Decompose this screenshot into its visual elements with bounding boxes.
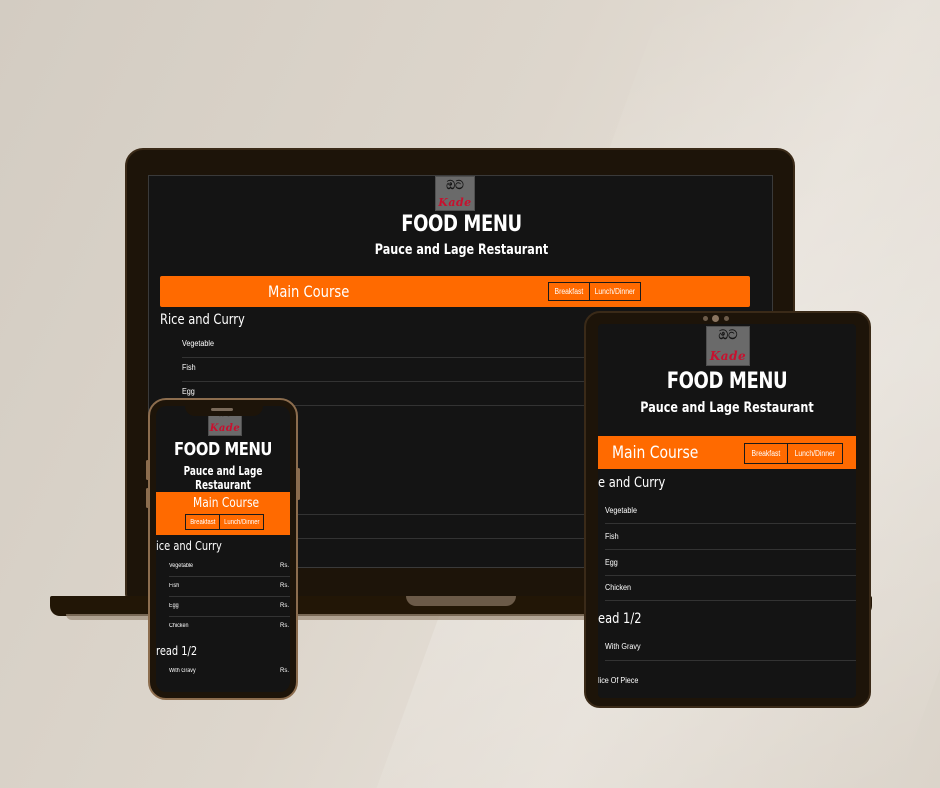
divider [169,576,290,577]
page-subtitle: Pauce and Lage Restaurant [183,464,263,492]
page-subtitle: Pauce and Lage Restaurant [374,242,549,258]
divider [605,549,856,550]
logo-text: Kade [209,423,241,434]
menu-item-with-gravy: With Gravy [169,668,196,674]
section-bar: Main Course Breakfast Lunch/Dinner [156,492,290,535]
category-rice-and-curry: Rice and Curry [160,312,245,328]
menu-item-fish: Fish [169,583,180,589]
divider [169,616,290,617]
menu-item-egg: Egg [169,603,179,609]
category-bread: read 1/2 [156,644,198,658]
section-bar: Main Course Breakfast Lunch/Dinner [598,436,856,469]
menu-item-vegetable: Vegetable [182,339,215,348]
menu-item-vegetable: Vegetable [169,563,194,569]
menu-item-with-gravy: With Gravy [605,642,641,651]
category-rice-and-curry: ice and Curry [156,539,222,553]
menu-item-fish: Fish [182,363,196,372]
menu-item-egg: Egg [182,387,195,396]
phone-speaker [211,408,233,411]
phone-screen: ඔට Kade FOOD MENU Pauce and Lage Restaur… [156,406,290,692]
menu-item-chicken: Chicken [169,623,189,629]
section-title: Main Course [612,443,699,463]
price: Rs. [280,563,289,569]
price: Rs. [280,583,289,589]
section-bar: Main Course Breakfast Lunch/Dinner [160,276,750,307]
menu-item-fish: Fish [605,532,619,541]
category-rice-and-curry: e and Curry [598,475,666,491]
section-title: Main Course [268,282,350,301]
phone-button [297,468,300,500]
breakfast-button[interactable]: Breakfast [744,443,788,464]
menu-item-egg: Egg [605,558,618,567]
page-title: FOOD MENU [666,369,788,394]
page-subtitle: Pauce and Lage Restaurant [640,400,814,416]
laptop-notch [406,596,516,606]
tablet-sensor [703,316,708,321]
logo-text: Kade [709,349,747,363]
lunch-dinner-button[interactable]: Lunch/Dinner [219,514,264,530]
divider [169,596,290,597]
menu-item-chicken: Chicken [605,583,632,592]
breakfast-button[interactable]: Breakfast [185,514,220,530]
price: Rs. [280,603,289,609]
page-title: FOOD MENU [401,212,522,237]
lunch-dinner-button[interactable]: Lunch/Dinner [589,282,641,301]
tablet-screen: ඔට Kade FOOD MENU Pauce and Lage Restaur… [598,324,856,698]
menu-item-vegetable: Vegetable [605,506,638,515]
divider [605,600,856,601]
price: Rs. [280,623,289,629]
breakfast-button[interactable]: Breakfast [548,282,590,301]
logo: ඔට Kade [435,176,475,211]
phone-menu-page: ඔට Kade FOOD MENU Pauce and Lage Restaur… [156,406,290,692]
divider [605,523,856,524]
section-title: Main Course [193,496,260,511]
tablet-menu-page: ඔට Kade FOOD MENU Pauce and Lage Restaur… [598,324,856,698]
phone-button [146,488,149,508]
logo-text: Kade [438,196,472,209]
category-bread: ead 1/2 [598,611,642,627]
page-title: FOOD MENU [174,439,272,460]
phone-button [146,460,149,480]
tablet-camera [712,315,719,322]
logo: ඔට Kade [706,326,750,366]
lunch-dinner-button[interactable]: Lunch/Dinner [787,443,843,464]
menu-item-slice-of-piece: lice Of Piece [598,676,639,685]
tablet-sensor [724,316,729,321]
divider [605,575,856,576]
price: Rs. [280,668,289,674]
divider [605,660,856,661]
